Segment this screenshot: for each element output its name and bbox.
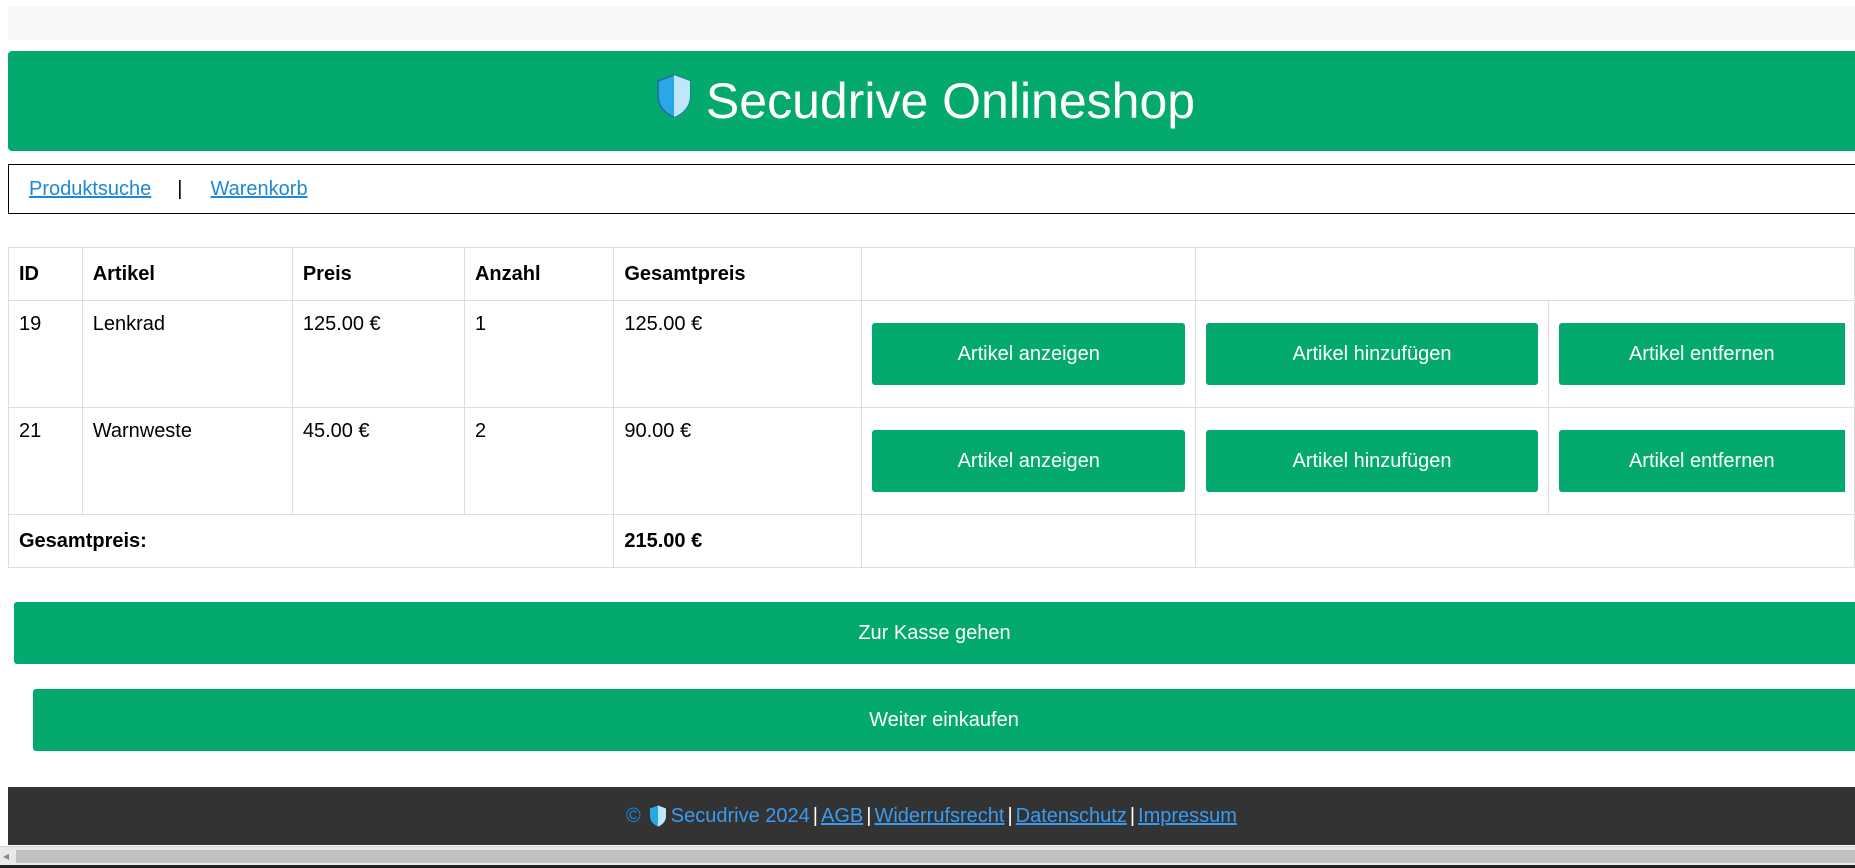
cell-remove: Artikel entfernen <box>1547 300 1855 408</box>
cell-show: Artikel anzeigen <box>861 407 1197 515</box>
column-header-gesamtpreis: Gesamtpreis <box>613 247 863 301</box>
add-item-button[interactable]: Artikel hinzufügen <box>1206 430 1538 492</box>
add-item-button[interactable]: Artikel hinzufügen <box>1206 323 1538 385</box>
footer-link-agb[interactable]: AGB <box>821 805 863 828</box>
cell-add: Artikel hinzufügen <box>1195 407 1549 515</box>
cell-show: Artikel anzeigen <box>861 300 1197 408</box>
column-header-preis: Preis <box>291 247 465 301</box>
page-title: Secudrive Onlineshop <box>705 73 1196 129</box>
footer-separator: | <box>1007 804 1013 827</box>
scrollbar-thumb[interactable] <box>16 850 1855 863</box>
remove-item-button[interactable]: Artikel entfernen <box>1558 323 1845 385</box>
cell-add: Artikel hinzufügen <box>1195 300 1549 408</box>
footer-separator: | <box>1129 804 1136 827</box>
table-row: 19 Lenkrad 125.00 € 1 125.00 € Artikel a… <box>8 300 1855 408</box>
nav-separator: | <box>177 177 183 200</box>
remove-item-button[interactable]: Artikel entfernen <box>1558 430 1845 492</box>
checkout-button[interactable]: Zur Kasse gehen <box>14 602 1855 664</box>
cell-preis: 45.00 € <box>291 407 465 515</box>
cell-anzahl: 2 <box>463 407 615 515</box>
column-header-empty-1 <box>861 247 1197 301</box>
nav-link-produktsuche[interactable]: Produktsuche <box>29 178 151 201</box>
cart-table: ID Artikel Preis Anzahl Gesamtpreis 19 L… <box>7 247 1855 568</box>
site-header: Secudrive Onlineshop <box>8 51 1855 151</box>
total-empty-1 <box>861 514 1197 568</box>
cell-gesamtpreis: 90.00 € <box>613 407 863 515</box>
total-empty-2 <box>1195 514 1855 568</box>
cell-id: 21 <box>8 407 83 515</box>
footer-separator: | <box>866 804 872 827</box>
show-item-button[interactable]: Artikel anzeigen <box>872 430 1186 492</box>
table-header-row: ID Artikel Preis Anzahl Gesamtpreis <box>8 247 1855 301</box>
shield-icon <box>656 72 692 130</box>
footer-brand: Secudrive 2024 <box>670 804 810 827</box>
cell-anzahl: 1 <box>463 300 615 408</box>
cell-preis: 125.00 € <box>291 300 465 408</box>
column-header-artikel: Artikel <box>81 247 293 301</box>
continue-shopping-button[interactable]: Weiter einkaufen <box>33 689 1855 751</box>
cell-remove: Artikel entfernen <box>1547 407 1855 515</box>
main-nav: Produktsuche | Warenkorb <box>8 164 1855 214</box>
cell-gesamtpreis: 125.00 € <box>613 300 863 408</box>
show-item-button[interactable]: Artikel anzeigen <box>872 323 1186 385</box>
nav-link-warenkorb[interactable]: Warenkorb <box>211 178 308 201</box>
site-footer: © Secudrive 2024 | AGB | Widerrufsrecht … <box>8 787 1855 845</box>
column-header-anzahl: Anzahl <box>463 247 615 301</box>
top-strip <box>8 6 1855 40</box>
cell-id: 19 <box>8 300 83 408</box>
total-row: Gesamtpreis: 215.00 € <box>7 514 1855 568</box>
footer-link-datenschutz[interactable]: Datenschutz <box>1016 805 1127 828</box>
shield-icon <box>649 805 667 827</box>
column-header-id: ID <box>8 247 83 301</box>
total-label: Gesamtpreis: <box>7 514 615 568</box>
scroll-left-icon[interactable]: ◂ <box>3 849 9 863</box>
cell-artikel: Warnweste <box>81 407 293 515</box>
copyright-symbol: © <box>626 804 641 827</box>
column-header-empty-2 <box>1195 247 1855 301</box>
table-row: 21 Warnweste 45.00 € 2 90.00 € Artikel a… <box>8 407 1855 515</box>
cell-artikel: Lenkrad <box>81 300 293 408</box>
footer-link-widerrufsrecht[interactable]: Widerrufsrecht <box>874 805 1004 828</box>
footer-separator: | <box>812 804 818 827</box>
total-value: 215.00 € <box>613 514 863 568</box>
horizontal-scrollbar[interactable]: ◂ <box>0 846 1855 866</box>
footer-link-impressum[interactable]: Impressum <box>1138 805 1237 828</box>
